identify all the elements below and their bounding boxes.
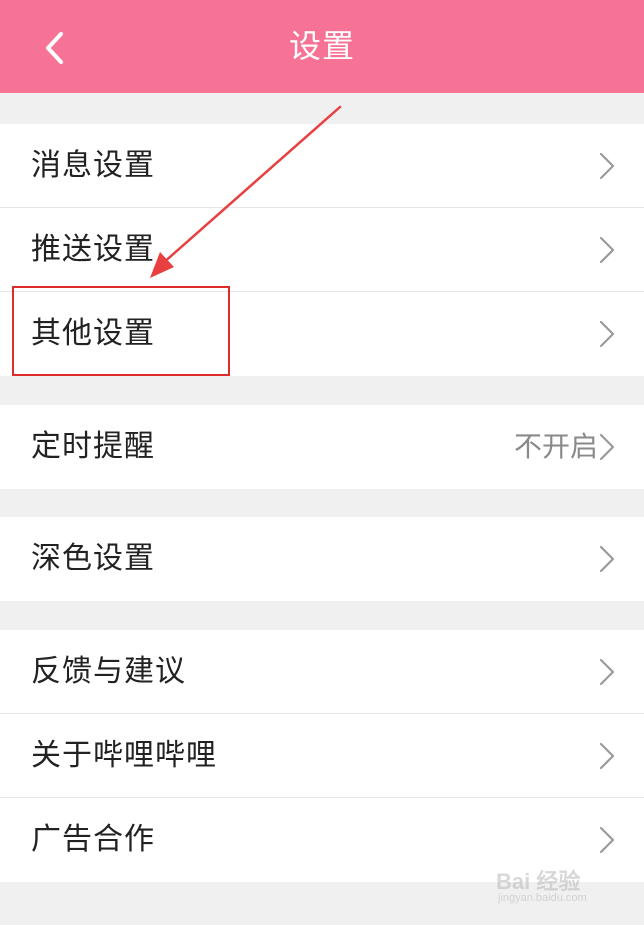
- settings-item-label: 消息设置: [31, 148, 155, 183]
- settings-item-label: 推送设置: [31, 232, 155, 267]
- chevron-right-icon: [598, 235, 616, 265]
- settings-item-feedback[interactable]: 反馈与建议: [0, 630, 644, 714]
- settings-group-reminder: 定时提醒 不开启: [0, 405, 644, 489]
- chevron-right-icon: [598, 657, 616, 687]
- settings-item-message[interactable]: 消息设置: [0, 124, 644, 208]
- settings-item-timed-reminder[interactable]: 定时提醒 不开启: [0, 405, 644, 489]
- chevron-right-icon: [598, 741, 616, 771]
- settings-group-about: 反馈与建议 关于哔哩哔哩 广告合作: [0, 630, 644, 882]
- chevron-right-icon: [598, 319, 616, 349]
- settings-group-theme: 深色设置: [0, 517, 644, 601]
- settings-item-ads[interactable]: 广告合作: [0, 798, 644, 882]
- settings-item-label: 其他设置: [31, 316, 155, 351]
- page-title: 设置: [288, 27, 355, 65]
- settings-item-label: 反馈与建议: [31, 654, 186, 689]
- settings-group-general: 消息设置 推送设置 其他设置: [0, 124, 644, 376]
- chevron-right-icon: [598, 432, 616, 462]
- settings-item-value: 不开启: [513, 430, 598, 463]
- chevron-right-icon: [598, 544, 616, 574]
- settings-item-push[interactable]: 推送设置: [0, 208, 644, 292]
- chevron-right-icon: [598, 151, 616, 181]
- settings-item-other[interactable]: 其他设置: [0, 292, 644, 376]
- chevron-left-icon: [46, 32, 63, 64]
- settings-item-label: 定时提醒: [31, 429, 155, 464]
- app-header: 设置: [0, 0, 644, 93]
- settings-item-label: 关于哔哩哔哩: [31, 738, 217, 773]
- settings-item-about[interactable]: 关于哔哩哔哩: [0, 714, 644, 798]
- settings-item-label: 广告合作: [31, 822, 155, 857]
- back-button[interactable]: [26, 16, 86, 76]
- watermark-subtext: jingyan.baidu.com: [498, 892, 587, 904]
- chevron-right-icon: [598, 825, 616, 855]
- settings-item-dark-mode[interactable]: 深色设置: [0, 517, 644, 601]
- settings-item-label: 深色设置: [31, 541, 155, 576]
